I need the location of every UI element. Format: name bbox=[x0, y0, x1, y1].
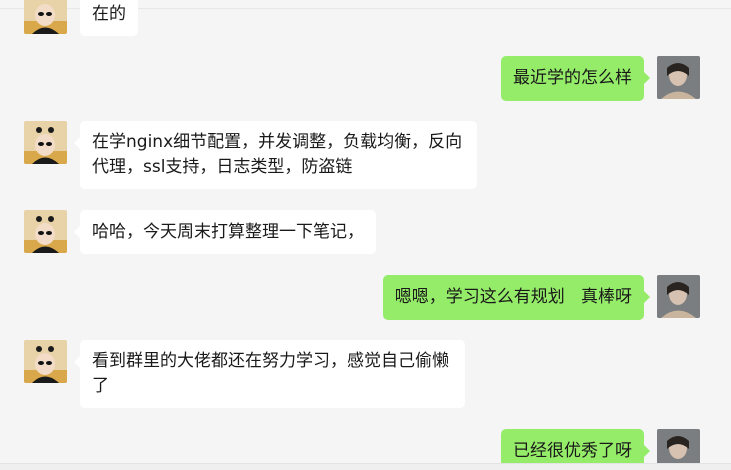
message-text: 哈哈，今天周末打算整理一下笔记， bbox=[92, 222, 364, 242]
message-bubble[interactable]: 哈哈，今天周末打算整理一下笔记， bbox=[74, 210, 376, 254]
message-bubble[interactable]: 看到群里的大佬都还在努力学习，感觉自己偷懒了 bbox=[74, 340, 465, 408]
message-bubble[interactable]: 嗯嗯，学习这么有规划 真棒呀 bbox=[382, 275, 651, 320]
message-text: 看到群里的大佬都还在努力学习，感觉自己偷懒了 bbox=[92, 351, 449, 396]
message-bubble[interactable]: 在的 bbox=[80, 0, 138, 36]
input-area-edge bbox=[0, 463, 731, 470]
friend-avatar[interactable] bbox=[24, 210, 67, 253]
message-text: 已经很优秀了呀 bbox=[513, 441, 632, 461]
chat-window: 在的 最近学的怎么样 在学nginx细节配置，并发调整，负载均衡，反向代理，ss… bbox=[0, 0, 731, 470]
friend-avatar[interactable] bbox=[24, 121, 67, 164]
message-text: 最近学的怎么样 bbox=[513, 68, 632, 88]
my-avatar[interactable] bbox=[657, 275, 700, 318]
friend-avatar[interactable] bbox=[24, 340, 67, 383]
friend-avatar[interactable] bbox=[24, 0, 67, 34]
my-avatar[interactable] bbox=[657, 56, 700, 99]
message-text: 嗯嗯，学习这么有规划 真棒呀 bbox=[394, 287, 632, 307]
message-bubble[interactable]: 最近学的怎么样 bbox=[501, 56, 650, 101]
message-text: 在学nginx细节配置，并发调整，负载均衡，反向代理，ssl支持，日志类型，防盗… bbox=[92, 132, 463, 177]
message-bubble[interactable]: 在学nginx细节配置，并发调整，负载均衡，反向代理，ssl支持，日志类型，防盗… bbox=[74, 121, 477, 189]
message-text: 在的 bbox=[92, 4, 126, 24]
